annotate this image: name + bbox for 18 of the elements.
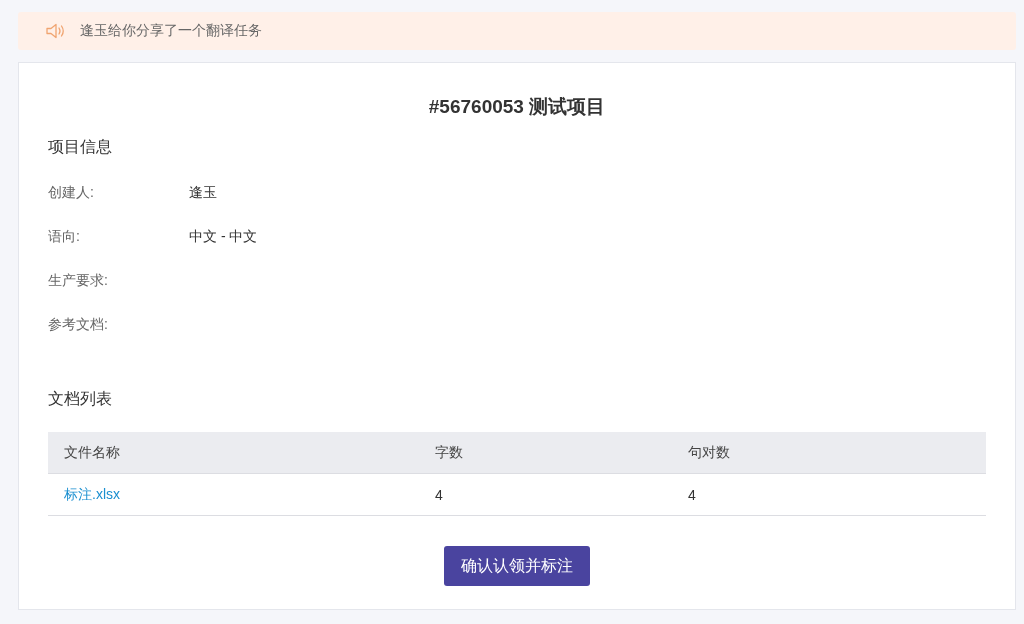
section-heading: 项目信息 [48,137,112,157]
field-label: 参考文档: [48,316,109,334]
table-cell-text: 4 [687,486,696,503]
section-heading: 文档列表 [48,389,112,409]
column-header: 文件名称 [63,443,120,462]
project-title: #56760053 测试项目 [428,95,606,119]
column-header: 句对数 [687,443,730,462]
field-label: 语向: [48,228,81,246]
field-label: 创建人: [48,184,95,202]
column-header: 字数 [434,443,463,462]
table-cell-text: 4 [434,486,443,503]
speaker-icon [46,23,66,39]
field-label: 生产要求: [48,272,109,290]
notice-text: 逢玉给你分享了一个翻译任务 [80,22,262,40]
file-link[interactable]: 标注.xlsx [64,485,120,502]
field-value: 逢玉 [189,184,217,202]
field-value: 中文 - 中文 [189,228,258,246]
claim-button[interactable]: 确认认领并标注 [444,546,590,586]
